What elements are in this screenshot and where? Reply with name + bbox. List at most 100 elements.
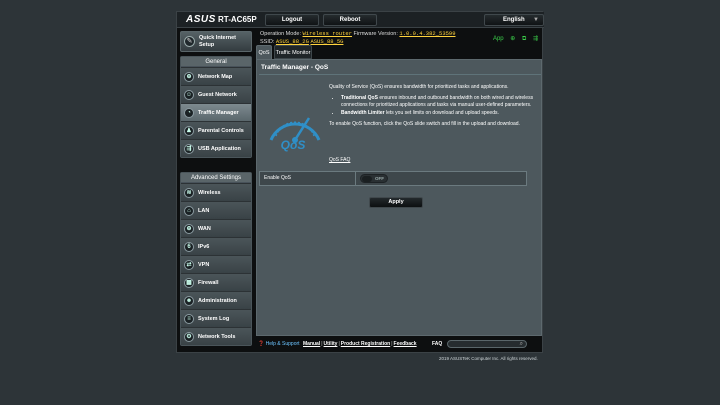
utility-link[interactable]: Utility (324, 341, 338, 347)
qos-description: Quality of Service (QoS) ensures bandwid… (329, 84, 535, 128)
advanced-menu: Advanced Settings ≋ Wireless ⌂ LAN ⊕ WAN… (180, 172, 252, 346)
sidebar-item-administration[interactable]: ☻ Administration (181, 291, 251, 309)
sidebar-item-ipv6[interactable]: 6 IPv6 (181, 237, 251, 255)
wizard-icon: ✎ (184, 36, 195, 47)
bullet-traditional-qos: Traditional QoS ensures inbound and outb… (341, 95, 535, 109)
sidebar-item-firewall[interactable]: ▦ Firewall (181, 273, 251, 291)
firmware-label: Firmware Version: (353, 31, 398, 37)
ssid-24g-link[interactable]: ASUS_88_2G (276, 38, 309, 45)
guest-icon: ☺ (184, 90, 194, 100)
help-label: Help & Support (265, 341, 300, 347)
sidebar-item-label: LAN (198, 208, 210, 214)
house-icon: ⌂ (184, 206, 194, 216)
apply-button[interactable]: Apply (369, 197, 423, 208)
qos-logo-text: QoS (281, 138, 306, 152)
sidebar-item-label: Administration (198, 298, 237, 304)
sidebar-item-traffic-manager[interactable]: ◔ Traffic Manager (181, 103, 251, 121)
help-support: ❓ Help & Support (258, 337, 300, 351)
gear-icon: ⚙ (184, 332, 194, 342)
enable-qos-toggle[interactable]: OFF (360, 174, 388, 183)
qis-label: Quick Internet Setup (199, 35, 236, 48)
feedback-link[interactable]: Feedback (394, 341, 417, 347)
sidebar-item-label: Network Map (198, 74, 233, 80)
qos-intro: Quality of Service (QoS) ensures bandwid… (329, 84, 509, 90)
general-header: General (181, 57, 251, 67)
faq-label: FAQ (432, 341, 443, 347)
quick-internet-setup-button[interactable]: ✎ Quick Internet Setup (180, 31, 252, 52)
sidebar-item-vpn[interactable]: ⇄ VPN (181, 255, 251, 273)
sidebar-item-label: WAN (198, 226, 211, 232)
toggle-knob (362, 176, 372, 182)
main-content: QoS Traffic Monitor Traffic Manager - Qo… (256, 45, 542, 336)
footer: ❓ Help & Support Manual|Utility|Product … (256, 337, 542, 351)
ipv6-icon: 6 (184, 242, 194, 252)
sidebar-item-parental-controls[interactable]: ♟ Parental Controls (181, 121, 251, 139)
search-icon[interactable]: ⌕ (520, 337, 523, 351)
bullet-text: lets you set limits on download and uplo… (384, 110, 499, 116)
firmware-link[interactable]: 1.0.0.4.382_53599 (399, 30, 455, 37)
qos-speedometer-icon: QoS (269, 117, 321, 152)
sidebar-item-label: Guest Network (198, 92, 237, 98)
sidebar-item-network-tools[interactable]: ⚙ Network Tools (181, 327, 251, 345)
advanced-header: Advanced Settings (181, 173, 251, 183)
user-icon: ☻ (184, 296, 194, 306)
faq-search-input[interactable]: ⌕ (447, 340, 527, 348)
toggle-state: OFF (375, 176, 384, 181)
clients-icon[interactable]: ⧉ (522, 36, 526, 42)
sidebar-item-label: VPN (198, 262, 210, 268)
model-name: RT-AC65P (218, 15, 257, 24)
sidebar-item-label: IPv6 (198, 244, 210, 250)
router-admin-window: ASUS RT-AC65P Logout Reboot English ▼ Op… (176, 11, 544, 353)
tab-qos[interactable]: QoS (256, 45, 272, 59)
reboot-button[interactable]: Reboot (323, 14, 377, 26)
sidebar-item-label: Firewall (198, 280, 219, 286)
enable-hint: To enable QoS function, click the QoS sl… (329, 121, 520, 127)
logout-button[interactable]: Logout (265, 14, 319, 26)
enable-qos-label: Enable QoS (260, 172, 356, 185)
ssid-5g-link[interactable]: ASUS_88_5G (310, 38, 343, 45)
product-registration-link[interactable]: Product Registration (341, 341, 390, 347)
sidebar-item-label: Network Tools (198, 334, 236, 340)
globe-icon: ⊕ (184, 224, 194, 234)
sidebar-item-label: Parental Controls (198, 128, 244, 134)
sidebar-item-label: USB Application (198, 146, 241, 152)
sidebar-item-wan[interactable]: ⊕ WAN (181, 219, 251, 237)
operation-mode-label: Operation Mode: (260, 31, 301, 37)
bullet-title: Bandwidth Limiter (341, 110, 385, 116)
qos-faq-link[interactable]: QoS FAQ (329, 157, 350, 163)
sidebar-item-label: Wireless (198, 190, 221, 196)
asus-logo: ASUS (186, 14, 216, 25)
operation-mode-link[interactable]: Wireless router (303, 30, 353, 37)
title-divider (259, 74, 541, 75)
usb-icon: ⇶ (184, 144, 194, 154)
page-title: Traffic Manager - QoS (261, 64, 329, 71)
top-bar: ASUS RT-AC65P Logout Reboot English ▼ (177, 12, 544, 28)
tab-traffic-monitor[interactable]: Traffic Monitor (274, 45, 312, 59)
language-value: English (503, 17, 525, 23)
chevron-down-icon: ▼ (533, 17, 539, 23)
help-icon: ❓ (258, 341, 265, 347)
general-menu: General ⊕ Network Map ☺ Guest Network ◔ … (180, 56, 252, 158)
enable-qos-row: Enable QoS OFF (259, 171, 527, 186)
sidebar-item-guest-network[interactable]: ☺ Guest Network (181, 85, 251, 103)
wifi-icon: ≋ (184, 188, 194, 198)
usb-icon[interactable]: ⇶ (533, 36, 538, 42)
manual-link[interactable]: Manual (303, 341, 320, 347)
globe-icon[interactable]: ⊕ (510, 36, 515, 42)
sidebar-item-network-map[interactable]: ⊕ Network Map (181, 67, 251, 85)
family-icon: ♟ (184, 126, 194, 136)
sidebar-item-usb-application[interactable]: ⇶ USB Application (181, 139, 251, 157)
language-select[interactable]: English ▼ (484, 14, 544, 26)
footer-links: Manual|Utility|Product Registration|Feed… (303, 341, 417, 347)
app-label[interactable]: App (493, 36, 504, 42)
vpn-icon: ⇄ (184, 260, 194, 270)
firewall-icon: ▦ (184, 278, 194, 288)
bullet-bandwidth-limiter: Bandwidth Limiter lets you set limits on… (341, 110, 535, 117)
sidebar-item-lan[interactable]: ⌂ LAN (181, 201, 251, 219)
sidebar-item-wireless[interactable]: ≋ Wireless (181, 183, 251, 201)
qos-panel: Traffic Manager - QoS QoS Quality of Ser… (256, 59, 542, 336)
gauge-icon: ◔ (184, 108, 194, 118)
sidebar-item-system-log[interactable]: ≡ System Log (181, 309, 251, 327)
sidebar-item-label: Traffic Manager (198, 110, 239, 116)
copyright: 2019 ASUSTeK Computer Inc. All rights re… (439, 356, 538, 361)
